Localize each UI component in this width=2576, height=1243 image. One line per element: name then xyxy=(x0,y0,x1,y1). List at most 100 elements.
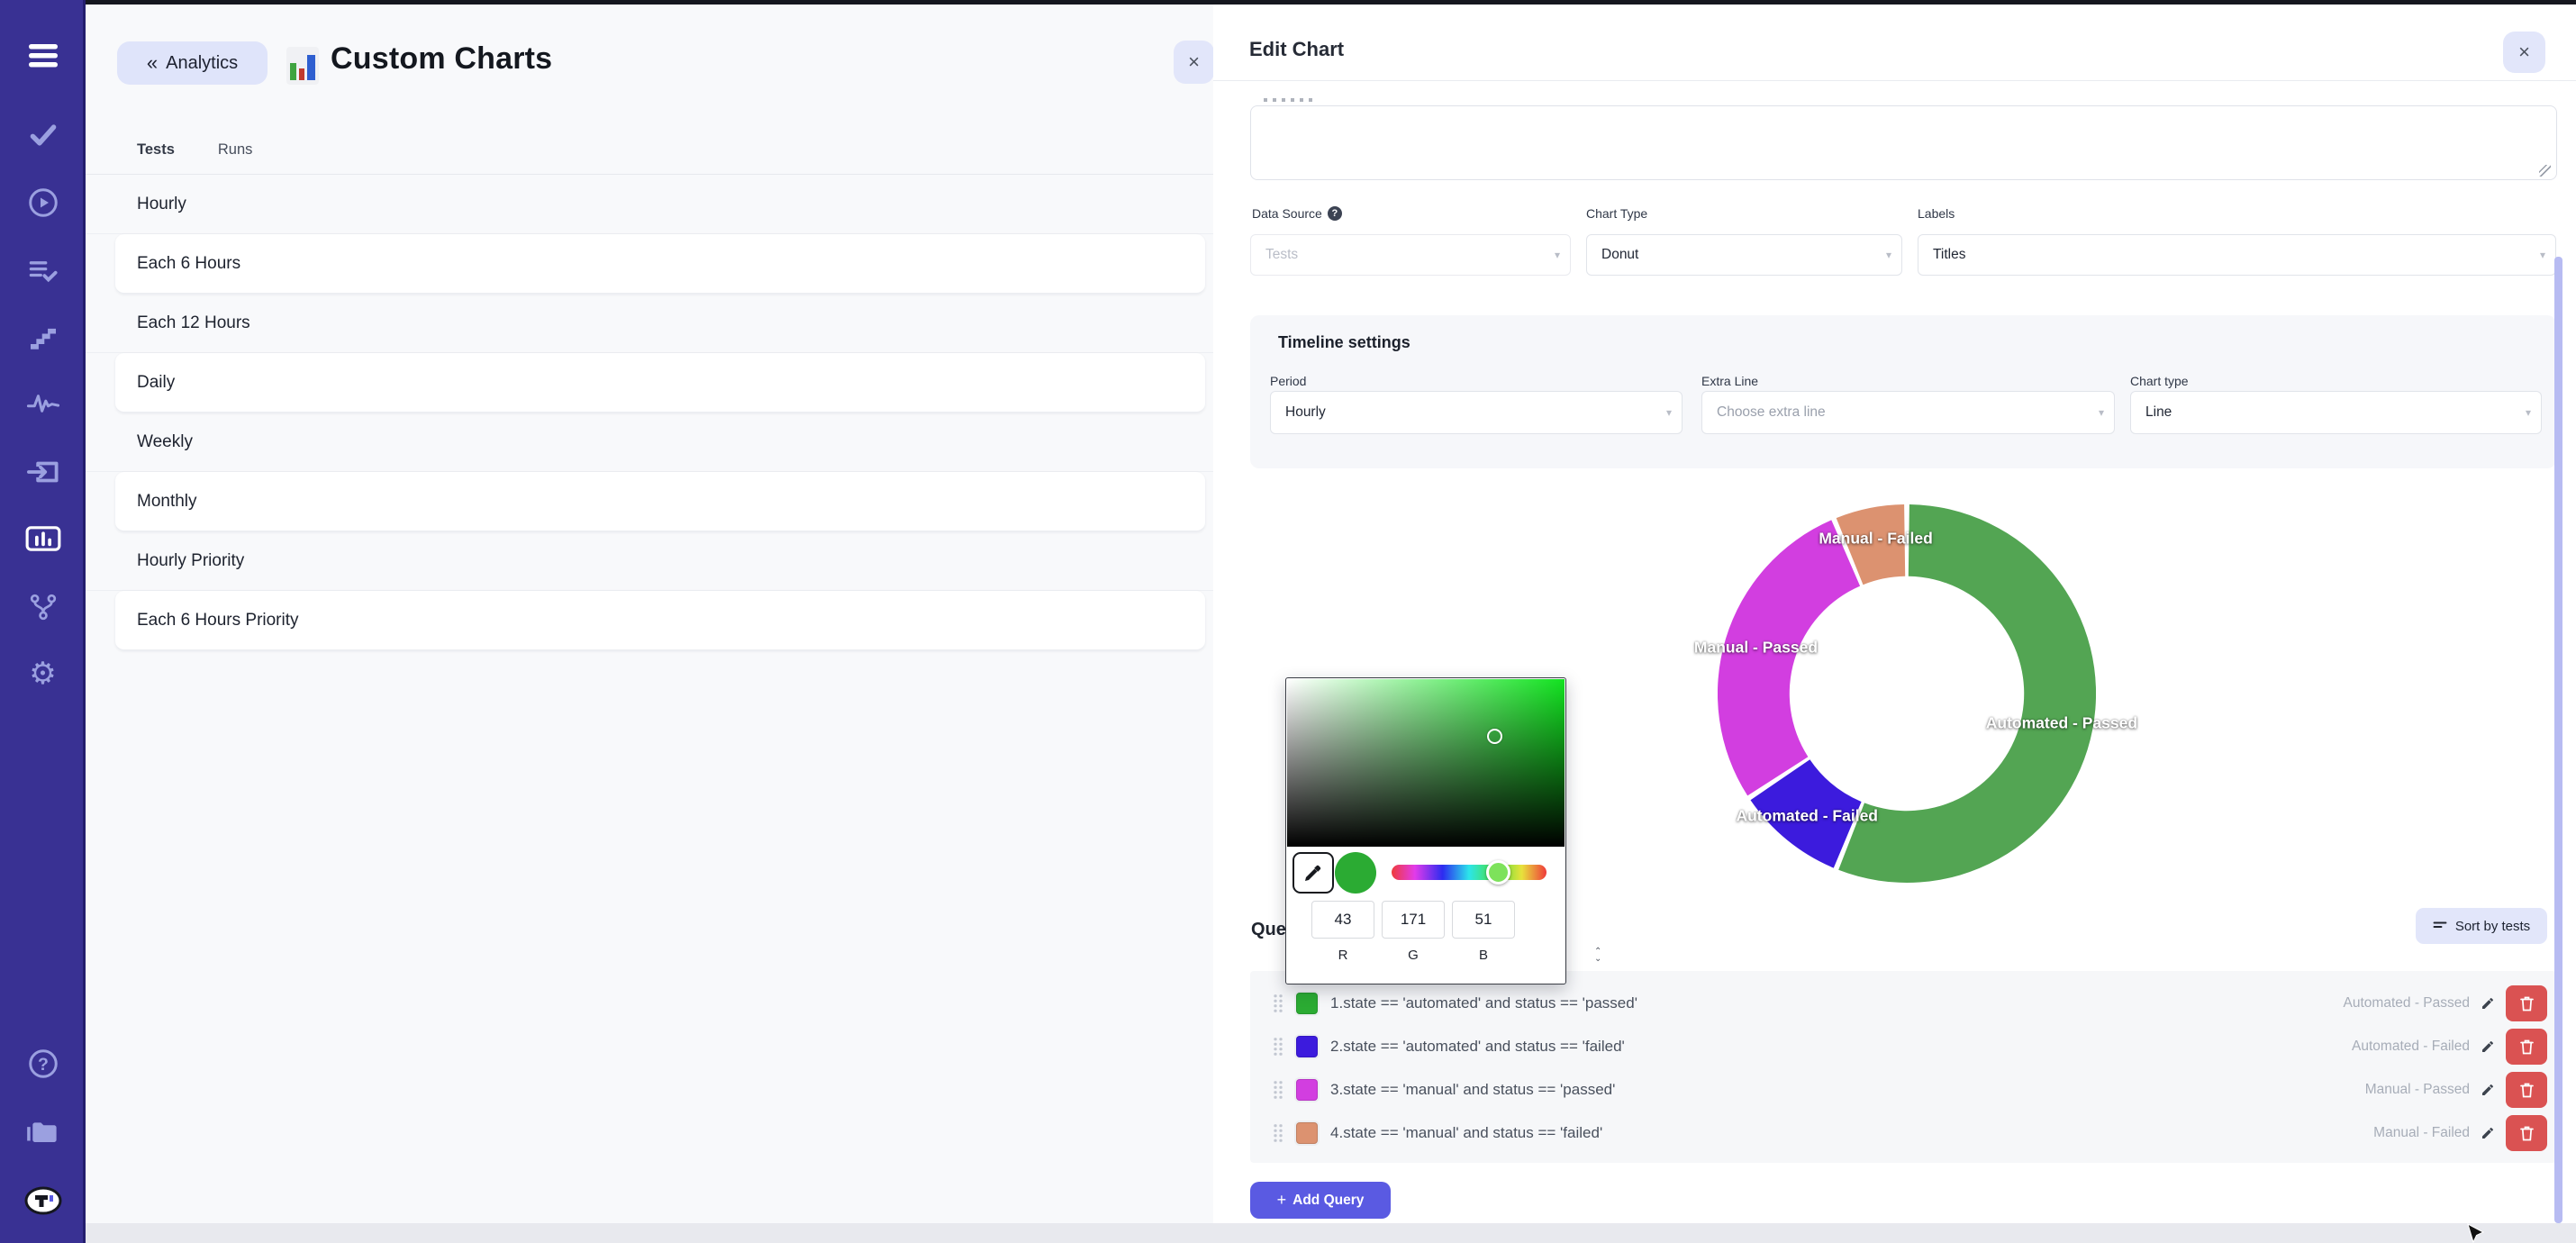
donut-segment-label: Automated - Passed xyxy=(1986,714,2137,733)
plus-icon: + xyxy=(1277,1191,1287,1210)
chevron-down-icon: ▾ xyxy=(1886,249,1891,261)
query-title-label: Manual - Failed xyxy=(2373,1125,2470,1141)
chevron-down-icon: ▾ xyxy=(1555,249,1560,261)
analytics-bar-chart-icon[interactable] xyxy=(0,519,86,558)
app-root: ⚙ ? « Analytics Custom Charts × Tests Ru… xyxy=(0,0,2576,1243)
drag-handle-icon[interactable] xyxy=(1273,1037,1284,1057)
data-source-select[interactable]: Tests ▾ xyxy=(1250,234,1571,276)
donut-segment[interactable] xyxy=(1718,520,1860,795)
chevron-down-icon: ▾ xyxy=(2540,249,2545,261)
drag-handle-icon[interactable] xyxy=(1273,993,1284,1013)
queries-list: 1.state == 'automated' and status == 'pa… xyxy=(1250,971,2556,1163)
red-input[interactable] xyxy=(1311,901,1374,939)
delete-query-button[interactable] xyxy=(2506,1115,2547,1151)
timeline-chart-type-label: Chart type xyxy=(2130,374,2189,388)
custom-charts-panel: « Analytics Custom Charts × Tests Runs H… xyxy=(86,5,1213,1223)
list-item-monthly[interactable]: Monthly xyxy=(115,472,1205,531)
period-label: Period xyxy=(1270,374,1306,388)
pulse-activity-icon[interactable] xyxy=(0,384,86,423)
page-title: Custom Charts xyxy=(331,41,552,77)
hue-slider[interactable] xyxy=(1392,865,1547,880)
saturation-cursor[interactable] xyxy=(1487,729,1502,744)
saturation-value-area[interactable] xyxy=(1287,679,1565,847)
green-input[interactable] xyxy=(1382,901,1445,939)
list-item-each-12-hours[interactable]: Each 12 Hours xyxy=(86,294,1213,353)
timeline-chart-type-select[interactable]: Line ▾ xyxy=(2130,391,2542,434)
query-color-swatch[interactable] xyxy=(1296,1122,1318,1144)
donut-segment-label: Automated - Failed xyxy=(1736,806,1878,825)
tab-tests[interactable]: Tests xyxy=(137,141,175,159)
chart-type-select[interactable]: Donut ▾ xyxy=(1586,234,1902,276)
labels-select[interactable]: Titles ▾ xyxy=(1918,234,2556,276)
query-title-label: Automated - Passed xyxy=(2344,995,2470,1012)
runs-play-icon[interactable] xyxy=(0,183,86,222)
sort-by-tests-button[interactable]: Sort by tests xyxy=(2416,908,2547,944)
chevron-down-icon: ▾ xyxy=(1666,406,1672,419)
edit-pencil-icon[interactable] xyxy=(2481,996,2495,1011)
delete-query-button[interactable] xyxy=(2506,1029,2547,1065)
divider xyxy=(1213,80,2576,81)
bar-chart-emoji-icon xyxy=(286,47,319,85)
query-color-swatch[interactable] xyxy=(1296,1079,1318,1101)
delete-query-button[interactable] xyxy=(2506,985,2547,1021)
close-panel-button[interactable]: × xyxy=(1174,41,1214,84)
donut-segment-label: Manual - Failed xyxy=(1819,530,1932,549)
extra-line-select[interactable]: Choose extra line ▾ xyxy=(1701,391,2115,434)
edit-pencil-icon[interactable] xyxy=(2481,1083,2495,1097)
list-item-weekly[interactable]: Weekly xyxy=(86,413,1213,472)
svg-text:?: ? xyxy=(38,1055,49,1075)
list-item-each-6-hours[interactable]: Each 6 Hours xyxy=(115,234,1205,294)
chart-type-label: Chart Type xyxy=(1586,206,1647,221)
query-row: 1.state == 'automated' and status == 'pa… xyxy=(1250,982,2556,1025)
chart-description-textarea[interactable] xyxy=(1250,105,2557,180)
saved-charts-list: Hourly Each 6 Hours Each 12 Hours Daily … xyxy=(86,175,1213,650)
textarea-resize-grip[interactable] xyxy=(2539,165,2551,177)
color-mode-toggle-icon[interactable]: ⌃⌄ xyxy=(1594,948,1601,963)
drag-handle-icon[interactable] xyxy=(1273,1080,1284,1100)
help-circle-icon[interactable]: ? xyxy=(1328,206,1342,221)
list-item-hourly[interactable]: Hourly xyxy=(86,175,1213,234)
query-color-swatch[interactable] xyxy=(1296,993,1318,1014)
labels-label: Labels xyxy=(1918,206,1955,221)
trends-stairs-icon[interactable] xyxy=(0,318,86,358)
chevron-down-icon: ▾ xyxy=(2099,406,2104,419)
query-title-label: Automated - Failed xyxy=(2352,1039,2470,1055)
edit-chart-title: Edit Chart xyxy=(1249,38,1344,61)
hue-slider-thumb[interactable] xyxy=(1486,860,1510,885)
extra-line-label: Extra Line xyxy=(1701,374,1758,388)
edit-pencil-icon[interactable] xyxy=(2481,1039,2495,1054)
tab-bar: Tests Runs xyxy=(137,141,252,159)
settings-gear-icon[interactable]: ⚙ xyxy=(0,654,86,694)
import-icon[interactable] xyxy=(0,452,86,492)
branches-icon[interactable] xyxy=(0,587,86,627)
eyedropper-button[interactable] xyxy=(1293,852,1334,894)
edit-chart-panel: Edit Chart × Data Source ? Tests ▾ Chart… xyxy=(1213,5,2576,1223)
test-plans-list-check-icon[interactable] xyxy=(0,250,86,290)
blue-input[interactable] xyxy=(1452,901,1515,939)
list-item-each-6-hours-priority[interactable]: Each 6 Hours Priority xyxy=(115,591,1205,650)
chevron-left-icon: « xyxy=(147,53,158,73)
help-icon[interactable]: ? xyxy=(0,1044,86,1084)
projects-folder-icon[interactable] xyxy=(0,1112,86,1152)
query-title-label: Manual - Passed xyxy=(2365,1082,2470,1098)
drag-handle-icon[interactable] xyxy=(1273,1123,1284,1143)
data-source-label: Data Source ? xyxy=(1252,206,1342,221)
delete-query-button[interactable] xyxy=(2506,1072,2547,1108)
hamburger-menu-icon[interactable] xyxy=(0,36,86,76)
edit-pencil-icon[interactable] xyxy=(2481,1126,2495,1140)
back-to-analytics-button[interactable]: « Analytics xyxy=(117,41,268,85)
vertical-scrollbar[interactable] xyxy=(2554,257,2562,1223)
tests-check-icon[interactable] xyxy=(0,115,86,155)
red-label: R xyxy=(1311,948,1374,963)
app-logo[interactable] xyxy=(0,1181,86,1220)
add-query-button[interactable]: + Add Query xyxy=(1250,1182,1391,1219)
clipped-field-label xyxy=(1264,98,1318,102)
query-color-swatch[interactable] xyxy=(1296,1036,1318,1057)
timeline-settings-heading: Timeline settings xyxy=(1278,333,1410,352)
period-select[interactable]: Hourly ▾ xyxy=(1270,391,1683,434)
tab-runs[interactable]: Runs xyxy=(218,141,253,159)
query-row: 3.state == 'manual' and status == 'passe… xyxy=(1250,1068,2556,1111)
list-item-hourly-priority[interactable]: Hourly Priority xyxy=(86,531,1213,591)
list-item-daily[interactable]: Daily xyxy=(115,353,1205,413)
close-edit-chart-button[interactable]: × xyxy=(2503,32,2545,73)
